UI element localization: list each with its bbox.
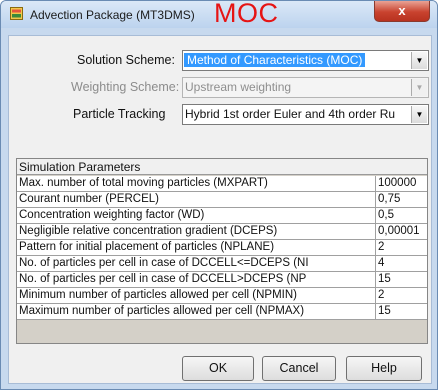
chevron-down-icon[interactable]: ▼ [411, 52, 427, 69]
close-icon: x [398, 3, 406, 18]
parameter-value[interactable]: 100000 [375, 176, 428, 191]
parameter-name: No. of particles per cell in case of DCC… [19, 257, 309, 269]
weighting-scheme-label: Weighting Scheme: [71, 80, 180, 94]
weighting-scheme-select: Upstream weighting ▼ [182, 77, 429, 98]
parameter-value[interactable]: 0,75 [375, 192, 428, 207]
particle-tracking-value: Hybrid 1st order Euler and 4th order Ru [185, 107, 396, 121]
parameter-name: Negligible relative concentration gradie… [19, 225, 278, 237]
parameter-value[interactable]: 15 [375, 304, 428, 319]
parameter-value[interactable]: 4 [375, 256, 428, 271]
solution-scheme-select[interactable]: Method of Characteristics (MOC) ▼ [182, 50, 429, 71]
package-icon [10, 7, 23, 20]
table-row[interactable]: Max. number of total moving particles (M… [17, 176, 427, 192]
grid-header: Simulation Parameters [17, 159, 427, 175]
help-button[interactable]: Help [346, 356, 422, 381]
simulation-parameters-grid: Simulation Parameters Max. number of tot… [16, 158, 428, 344]
window-title: Advection Package (MT3DMS) [30, 8, 195, 22]
moc-annotation: MOC [214, 0, 279, 28]
table-row[interactable]: No. of particles per cell in case of DCC… [17, 272, 427, 288]
parameter-name: Courant number (PERCEL) [19, 193, 159, 205]
particle-tracking-select[interactable]: Hybrid 1st order Euler and 4th order Ru … [182, 104, 429, 125]
parameter-value[interactable]: 0,5 [375, 208, 428, 223]
parameter-name: Maximum number of particles allowed per … [19, 305, 305, 317]
dialog-body: Solution Scheme: Method of Characteristi… [8, 35, 432, 384]
table-row[interactable]: Courant number (PERCEL) 0,75 [17, 192, 427, 208]
solution-scheme-label: Solution Scheme: [77, 53, 175, 67]
parameter-value[interactable]: 0,00001 [375, 224, 428, 239]
table-row[interactable]: Maximum number of particles allowed per … [17, 304, 427, 320]
parameter-name: Minimum number of particles allowed per … [19, 289, 297, 301]
cancel-button[interactable]: Cancel [262, 356, 336, 381]
advection-package-dialog: Advection Package (MT3DMS) MOC x Solutio… [0, 0, 438, 390]
title-bar: Advection Package (MT3DMS) MOC x [1, 1, 437, 28]
parameter-name: No. of particles per cell in case of DCC… [19, 273, 307, 285]
parameter-value[interactable]: 15 [375, 272, 428, 287]
parameter-value[interactable]: 2 [375, 288, 428, 303]
close-button[interactable]: x [374, 1, 430, 22]
parameter-name: Max. number of total moving particles (M… [19, 177, 268, 189]
solution-scheme-value: Method of Characteristics (MOC) [184, 53, 366, 67]
parameter-value[interactable]: 2 [375, 240, 428, 255]
table-row[interactable]: Pattern for initial placement of particl… [17, 240, 427, 256]
table-row[interactable]: No. of particles per cell in case of DCC… [17, 256, 427, 272]
table-row[interactable]: Concentration weighting factor (WD) 0,5 [17, 208, 427, 224]
ok-button[interactable]: OK [182, 356, 254, 381]
weighting-scheme-value: Upstream weighting [185, 80, 292, 94]
table-row[interactable]: Negligible relative concentration gradie… [17, 224, 427, 240]
particle-tracking-label: Particle Tracking [73, 107, 166, 121]
table-row[interactable]: Minimum number of particles allowed per … [17, 288, 427, 304]
chevron-down-icon[interactable]: ▼ [411, 106, 427, 123]
parameter-name: Pattern for initial placement of particl… [19, 241, 275, 253]
chevron-down-icon: ▼ [411, 79, 427, 96]
parameter-name: Concentration weighting factor (WD) [19, 209, 205, 221]
